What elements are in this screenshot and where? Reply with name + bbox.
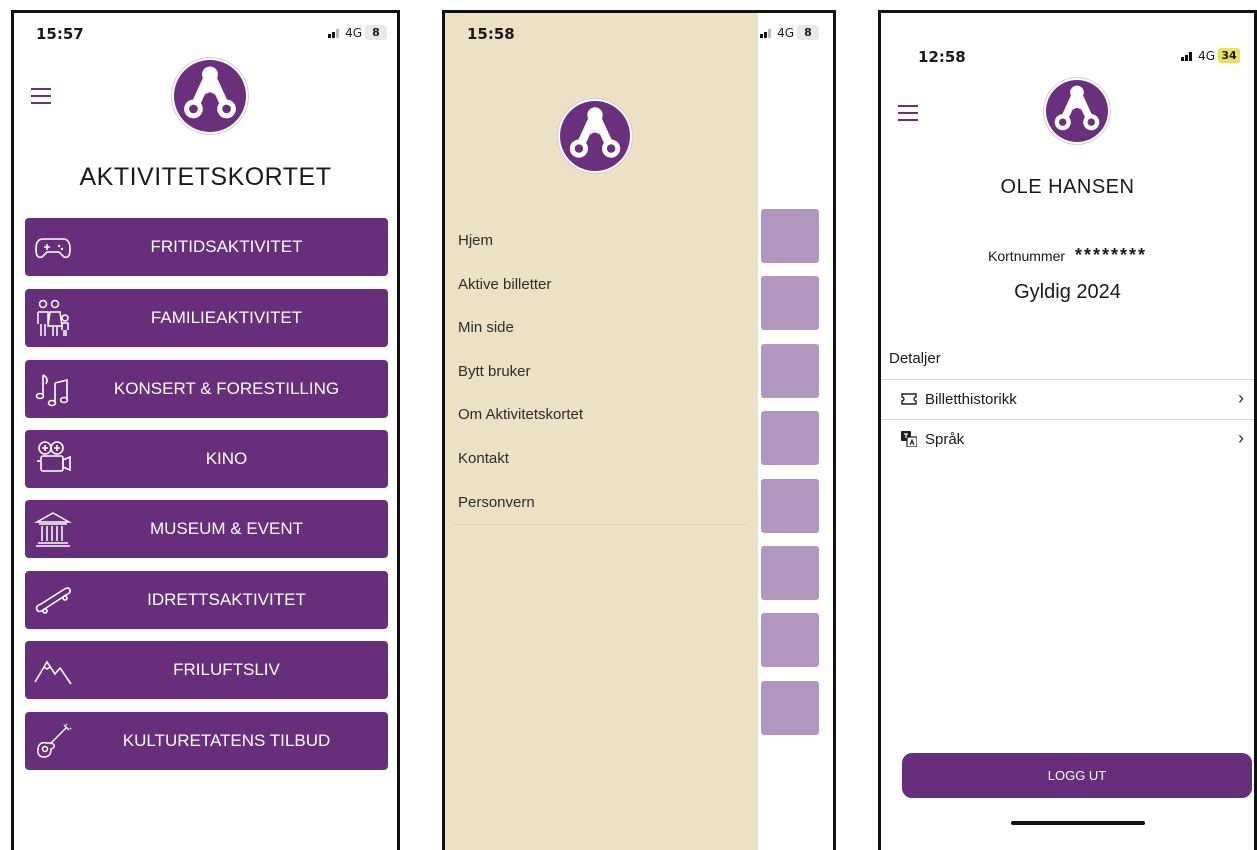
category-label: FRITIDSAKTIVITET [150,237,303,256]
status-bar: 15:58 [445,23,758,47]
signal-icon [328,27,342,38]
faded-category-button [761,276,819,330]
menu-item-min-side[interactable]: Min side [458,319,514,336]
category-button-kulturetatens-tilbud[interactable]: KULTURETATENS TILBUD [25,712,388,770]
logout-button[interactable]: LOGG UT [902,753,1252,798]
menu-item-hjem[interactable]: Hjem [458,232,493,249]
phone-screen-profile: 12:58 4G 34 OLE HANSEN Kortnummer ******… [878,10,1257,850]
card-number-value: ******** [1074,245,1147,265]
film-camera-icon [33,439,73,479]
mountain-icon [33,650,73,690]
phone-screen-menu: 15:58 Hjem Aktive billetter Min side Byt… [442,10,836,850]
network-type: 4G [777,25,794,40]
category-button-konsert[interactable]: KONSERT & FORESTILLING [25,360,388,418]
faded-category-button [761,209,819,263]
menu-item-aktive-billetter[interactable]: Aktive billetter [458,276,551,293]
status-time: 15:58 [467,25,515,43]
gamepad-icon [33,227,73,267]
menu-divider [455,524,745,525]
logo-icon [174,60,246,132]
music-note-icon [33,369,73,409]
validity-text: Gyldig 2024 [1014,281,1121,303]
card-number-row: Kortnummer ******** [881,245,1254,266]
status-indicators: 4G 34 [1181,48,1240,63]
faded-category-button [761,344,819,398]
user-name: OLE HANSEN [1000,176,1135,198]
family-icon [33,298,73,338]
faded-category-button [761,546,819,600]
signal-icon [760,27,774,38]
translate-icon [901,431,918,448]
menu-item-personvern[interactable]: Personvern [458,494,535,511]
museum-icon [33,509,73,549]
skateboard-icon [33,580,73,620]
network-type: 4G [345,25,362,40]
category-label: IDRETTSAKTIVITET [147,590,306,609]
battery-icon: 8 [365,25,387,40]
logo-icon [1046,80,1108,142]
category-button-idrettsaktivitet[interactable]: IDRETTSAKTIVITET [25,571,388,629]
battery-icon: 8 [797,25,819,40]
logo-icon [560,101,630,171]
row-sprak[interactable]: Språk › [881,419,1254,460]
navigation-drawer: 15:58 Hjem Aktive billetter Min side Byt… [445,13,758,850]
signal-icon [1181,50,1195,61]
category-button-kino[interactable]: KINO [25,430,388,488]
status-indicators: 4G 8 [753,23,833,47]
menu-item-om-aktivitetskortet[interactable]: Om Aktivitetskortet [458,406,583,423]
category-label: FAMILIEAKTIVITET [150,308,303,327]
category-label: KULTURETATENS TILBUD [122,731,331,750]
category-button-museum[interactable]: MUSEUM & EVENT [25,500,388,558]
hamburger-menu-icon[interactable] [31,88,51,109]
row-label: Språk [925,431,965,448]
status-indicators: 4G 8 [328,25,387,40]
row-billetthistorikk[interactable]: Billetthistorikk › [881,379,1254,420]
category-label: FRILUFTSLIV [173,660,280,679]
network-type: 4G [1198,48,1215,63]
app-title: AKTIVITETSKORTET [79,163,332,191]
category-button-familieaktivitet[interactable]: FAMILIEAKTIVITET [25,289,388,347]
status-bar: 12:58 4G 34 [881,46,1254,70]
faded-category-button [761,613,819,667]
phone-screen-home: 15:57 4G 8 AKTIVITETSKORTET FRITIDSAKTIV… [11,10,400,850]
faded-category-button [761,411,819,465]
category-label: KONSERT & FORESTILLING [113,379,340,398]
menu-item-kontakt[interactable]: Kontakt [458,450,509,467]
status-indicators-group: 4G 8 [760,25,819,40]
chevron-right-icon: › [1238,428,1244,448]
faded-category-button [761,681,819,735]
home-indicator[interactable] [1011,821,1145,825]
battery-icon: 34 [1218,48,1240,63]
row-label: Billetthistorikk [925,391,1017,408]
category-button-friluftsliv[interactable]: FRILUFTSLIV [25,641,388,699]
menu-item-bytt-bruker[interactable]: Bytt bruker [458,363,531,380]
faded-category-button [761,479,819,533]
status-time: 15:57 [36,25,84,43]
ticket-icon [901,391,917,407]
details-heading: Detaljer [889,350,941,367]
chevron-right-icon: › [1238,388,1244,408]
status-bar: 15:57 4G 8 [14,23,397,47]
card-number-label: Kortnummer [988,248,1066,264]
guitar-icon [33,721,73,761]
category-button-fritidsaktivitet[interactable]: FRITIDSAKTIVITET [25,218,388,276]
hamburger-menu-icon[interactable] [898,105,918,126]
category-label: KINO [205,449,248,468]
category-label: MUSEUM & EVENT [149,519,304,538]
status-time: 12:58 [918,48,966,66]
